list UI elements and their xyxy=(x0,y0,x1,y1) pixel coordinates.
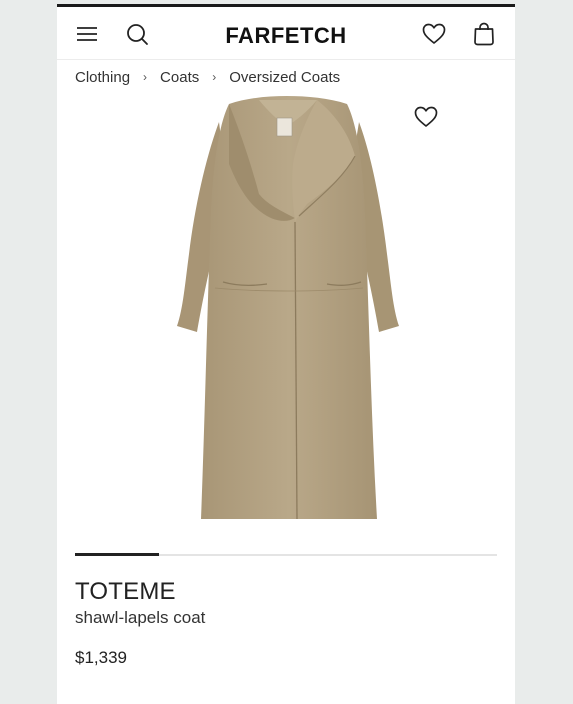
product-image[interactable] xyxy=(167,94,407,529)
breadcrumb: Clothing › Coats › Oversized Coats xyxy=(75,67,340,87)
bag-icon[interactable] xyxy=(471,21,497,47)
breadcrumb-oversized-coats[interactable]: Oversized Coats xyxy=(229,69,340,86)
heart-icon[interactable] xyxy=(413,104,439,130)
breadcrumb-clothing[interactable]: Clothing xyxy=(75,69,130,86)
app-screen: FARFETCH Clothing › Coats › Oversized Co… xyxy=(57,4,515,704)
chevron-right-icon: › xyxy=(212,70,217,84)
product-brand[interactable]: TOTEME xyxy=(75,578,176,606)
product-price: $1,339 xyxy=(75,648,127,667)
breadcrumb-coats[interactable]: Coats xyxy=(160,69,199,86)
wishlist-icon[interactable] xyxy=(421,21,447,47)
header-bar: FARFETCH xyxy=(57,7,515,60)
carousel-progress-indicator xyxy=(75,553,160,556)
carousel-progress-track[interactable] xyxy=(75,553,497,556)
product-name: shawl-lapels coat xyxy=(75,608,206,627)
chevron-right-icon: › xyxy=(143,70,148,84)
